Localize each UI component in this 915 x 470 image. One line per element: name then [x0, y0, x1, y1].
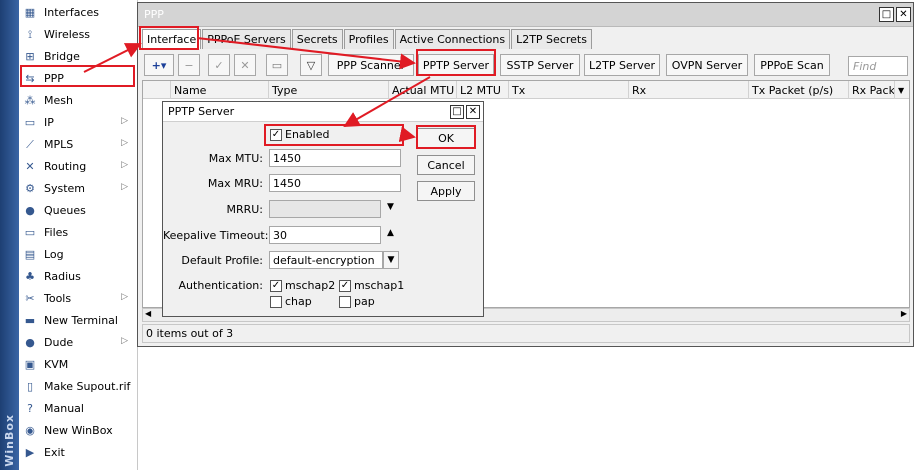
annotation-arrows [83, 37, 431, 143]
arrow-pptp-to-enabled [343, 76, 431, 127]
arrow-ppp-to-interface [83, 43, 142, 73]
arrow-interface-to-pptp [196, 37, 416, 70]
arrow-enabled-to-ok [398, 126, 416, 143]
